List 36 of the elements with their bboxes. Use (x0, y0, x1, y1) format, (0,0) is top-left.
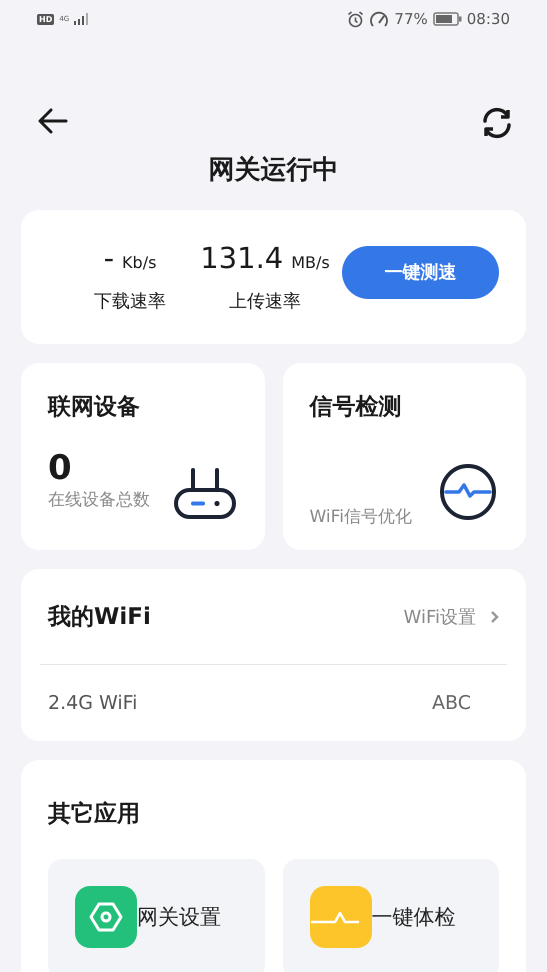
card-title: 信号检测 (310, 393, 402, 422)
router-icon (173, 468, 237, 520)
app-tile[interactable]: 网关设置 (48, 859, 264, 972)
speed-test-button[interactable]: 一键测速 (342, 246, 499, 298)
signal-wave-icon (438, 463, 496, 521)
card-caption: 在线设备总数 (48, 489, 151, 511)
devices-card[interactable]: 联网设备 0 在线设备总数 (21, 363, 264, 550)
speed-label: 上传速率 (229, 290, 301, 313)
hexagon-icon (89, 900, 123, 934)
hd-badge: HD (37, 14, 54, 24)
speed-unit: MB/s (291, 253, 330, 272)
speed-value: 131.4 (200, 241, 284, 275)
card-title: 联网设备 (48, 393, 141, 422)
app-label: 网关设置 (137, 904, 221, 931)
chevron-icon (490, 610, 499, 624)
card-title: 我的WiFi (48, 603, 151, 632)
app-tile[interactable]: 一键体检 (282, 859, 499, 972)
speed-label: 下载速率 (94, 290, 166, 313)
page-title: 网关运行中 (208, 154, 340, 187)
clock-time: 08:30 (466, 10, 510, 28)
speed-value: - (104, 241, 114, 275)
wifi-settings-link[interactable]: WiFi设置 (404, 604, 499, 628)
battery-icon (432, 12, 462, 26)
signal-icon (74, 13, 88, 25)
wifi-ssid: ABC (432, 692, 471, 714)
app-label: 一键体检 (372, 904, 456, 931)
back-arrow-icon[interactable] (38, 108, 68, 134)
speed-unit: Kb/s (122, 253, 156, 272)
speedometer-icon (369, 10, 390, 28)
wifi-name-label: 2.4G WiFi (48, 692, 138, 714)
device-count: 0 (48, 448, 73, 488)
alarm-icon (347, 10, 364, 28)
card-caption: WiFi信号优化 (310, 506, 412, 528)
signal-card[interactable]: 信号检测 WiFi信号优化 (282, 363, 526, 550)
battery-percent: 77% (394, 10, 428, 28)
card-title: 其它应用 (48, 800, 141, 829)
